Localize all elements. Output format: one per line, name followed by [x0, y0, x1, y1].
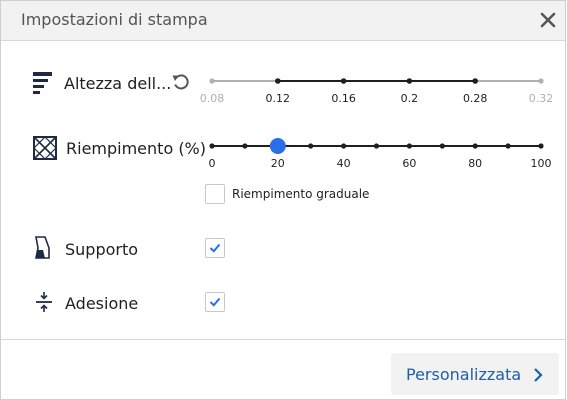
infill-tick-dot [439, 143, 445, 149]
infill-tick-dot [373, 143, 380, 149]
gradual-infill-label: Riempimento graduale [232, 187, 370, 201]
custom-settings-button[interactable]: Personalizzata [391, 353, 559, 395]
print-settings-panel: Impostazioni di stampa Altezza dell... 0… [0, 0, 566, 400]
support-icon [33, 236, 53, 264]
infill-tick-dot [406, 143, 412, 149]
custom-settings-label: Personalizzata [406, 365, 522, 384]
infill-tick-label: 100 [530, 157, 552, 170]
adhesion-label: Adesione [65, 294, 139, 313]
adhesion-checkbox[interactable] [205, 292, 225, 312]
infill-tick-label: 80 [468, 157, 483, 170]
gradual-infill-checkbox[interactable] [205, 184, 225, 204]
support-checkbox[interactable] [205, 238, 225, 258]
footer-divider [1, 339, 565, 340]
infill-tick-label: 20 [270, 157, 285, 170]
infill-slider[interactable] [1, 1, 567, 181]
infill-tick-dot [538, 143, 544, 149]
infill-tick-label: 60 [402, 157, 417, 170]
infill-tick-label: 0 [208, 157, 216, 170]
adhesion-icon [35, 291, 53, 317]
support-label: Supporto [65, 240, 139, 259]
infill-tick-dot [341, 143, 347, 149]
infill-tick-dot [308, 143, 314, 149]
infill-tick-dot [242, 143, 248, 149]
infill-tick-dot [209, 143, 215, 149]
chevron-right-icon [534, 368, 543, 382]
infill-tick-dot [505, 143, 511, 149]
infill-slider-handle[interactable] [269, 138, 286, 154]
infill-tick-dot [472, 143, 478, 149]
infill-tick-label: 40 [336, 157, 351, 170]
